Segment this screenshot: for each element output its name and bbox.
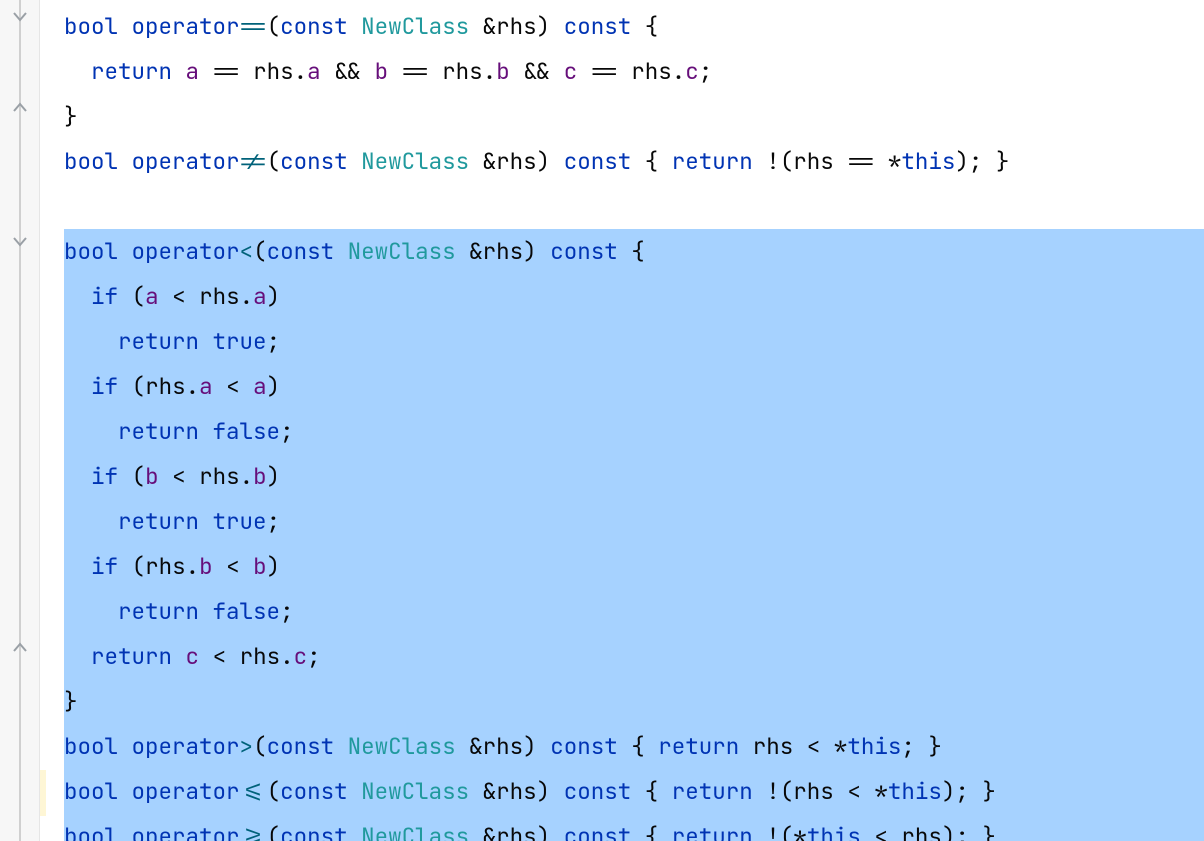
code-line-selected[interactable]: return true;	[64, 499, 1204, 544]
code-line-selected[interactable]: if (rhs.b < b)	[64, 544, 1204, 589]
code-line-selected[interactable]: bool operator>(const NewClass &rhs) cons…	[64, 724, 1204, 769]
code-line-selected[interactable]: if (a < rhs.a)	[64, 274, 1204, 319]
fold-toggle-icon[interactable]	[9, 6, 31, 28]
code-line[interactable]: return a == rhs.a && b == rhs.b && c == …	[64, 49, 1204, 94]
code-line-selected[interactable]: bool operator<(const NewClass &rhs) cons…	[64, 229, 1204, 274]
code-line[interactable]: }	[64, 94, 1204, 139]
code-line-selected[interactable]: if (rhs.a < a)	[64, 364, 1204, 409]
code-line-selected[interactable]: }	[64, 679, 1204, 724]
code-line[interactable]: bool operator==(const NewClass &rhs) con…	[64, 4, 1204, 49]
code-line[interactable]: bool operator!=(const NewClass &rhs) con…	[64, 139, 1204, 184]
code-line-selected[interactable]: bool operator<=(const NewClass &rhs) con…	[64, 769, 1204, 814]
code-line-selected[interactable]: bool operator>=(const NewClass &rhs) con…	[64, 814, 1204, 841]
fold-toggle-icon[interactable]	[9, 636, 31, 658]
code-area[interactable]: bool operator==(const NewClass &rhs) con…	[40, 0, 1204, 841]
code-line-selected[interactable]: return c < rhs.c;	[64, 634, 1204, 679]
code-line-selected[interactable]: return false;	[64, 589, 1204, 634]
code-line-selected[interactable]: return true;	[64, 319, 1204, 364]
change-marker	[40, 770, 46, 816]
code-editor[interactable]: bool operator==(const NewClass &rhs) con…	[0, 0, 1204, 841]
code-line-selected[interactable]: return false;	[64, 409, 1204, 454]
code-line-selected[interactable]: if (b < rhs.b)	[64, 454, 1204, 499]
fold-toggle-icon[interactable]	[9, 96, 31, 118]
fold-toggle-icon[interactable]	[9, 231, 31, 253]
editor-gutter	[0, 0, 40, 841]
code-line[interactable]	[64, 184, 1204, 229]
